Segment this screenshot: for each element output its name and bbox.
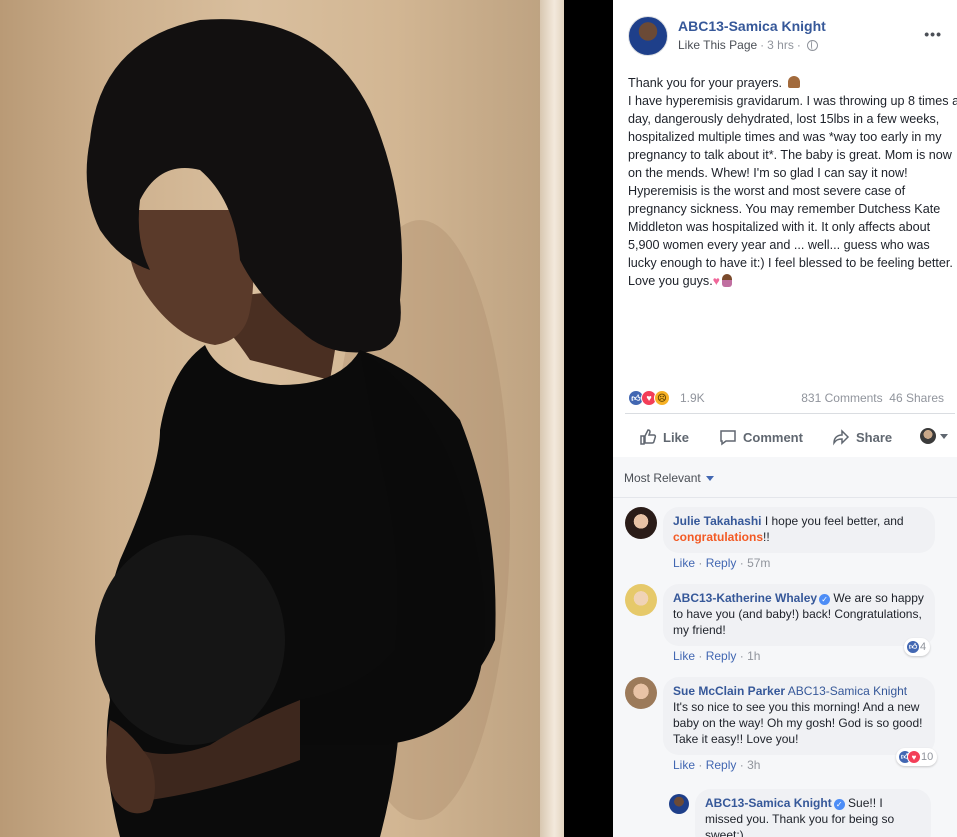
comment-time[interactable]: 57m [747, 556, 770, 570]
sort-label: Most Relevant [624, 471, 701, 485]
comment-bubble: Julie Takahashi I hope you feel better, … [663, 507, 935, 553]
chevron-down-icon [705, 475, 714, 481]
meta-dot: · [739, 556, 744, 570]
post-header: ABC13-Samica Knight Like This Page · 3 h… [628, 14, 957, 56]
page-name-link[interactable]: ABC13-Samica Knight [678, 18, 826, 34]
highlighted-word: congratulations [673, 530, 764, 544]
comment-reply-link[interactable]: Reply [706, 758, 737, 772]
meta-dot: · [698, 758, 703, 772]
pregnant-woman-photo [86, 19, 510, 837]
comment: ABC13-Katherine Whaley ✓ We are so happy … [625, 584, 955, 670]
like-reaction-icon: 👍︎ [906, 640, 920, 654]
comment-reply: ABC13-Samica Knight ✓ Sue!! I missed you.… [669, 789, 957, 837]
globe-icon [806, 39, 818, 51]
comment-reaction-count: 10 [921, 751, 934, 763]
comment-meta: Like · Reply · 3h [673, 758, 760, 772]
share-label: Share [856, 429, 893, 445]
comment-text: It's so nice to see you this morning! An… [673, 700, 923, 746]
pregnant-woman-emoji-icon [721, 274, 732, 287]
comment-reactions[interactable]: 👍︎ 4 [904, 638, 931, 656]
meta-separator: · [796, 38, 801, 52]
comment-icon [720, 430, 736, 446]
sad-reaction-icon: ☹ [654, 390, 670, 406]
post-meta: Like This Page · 3 hrs · [678, 38, 818, 52]
commenter-avatar[interactable] [625, 507, 657, 539]
divider [625, 413, 955, 414]
share-arrow-icon [833, 429, 850, 446]
comment-bubble: ABC13-Samica Knight ✓ Sue!! I missed you.… [695, 789, 931, 837]
page-avatar[interactable] [628, 16, 668, 56]
comment: Julie Takahashi I hope you feel better, … [625, 507, 955, 577]
meta-dot: · [698, 556, 703, 570]
post-line: I have hyperemisis gravidarum. I was thr… [628, 94, 957, 180]
user-avatar [920, 428, 936, 444]
reaction-icons[interactable]: 👍︎ ♥ ☹ [628, 390, 670, 406]
comment-author[interactable]: Julie Takahashi [673, 514, 761, 528]
mentioned-user-link[interactable]: ABC13-Samica Knight [785, 684, 907, 698]
verified-badge-icon: ✓ [833, 799, 845, 810]
comment-label: Comment [743, 429, 803, 445]
post-panel: ABC13-Samica Knight Like This Page · 3 h… [613, 0, 957, 837]
like-page-link[interactable]: Like This Page [678, 38, 757, 52]
comment-text: !! [763, 530, 770, 544]
meta-dot: · [739, 758, 744, 772]
comment-like-link[interactable]: Like [673, 649, 695, 663]
comments-count[interactable]: 831 Comments [801, 391, 882, 405]
shares-count[interactable]: 46 Shares [889, 391, 944, 405]
comment-share-counts: 831 Comments 46 Shares [801, 391, 944, 405]
comment-meta: Like · Reply · 1h [673, 649, 760, 663]
comment-reply-link[interactable]: Reply [706, 556, 737, 570]
post-photo[interactable] [0, 0, 564, 837]
verified-badge-icon: ✓ [819, 594, 831, 605]
divider [613, 497, 957, 498]
comment-author[interactable]: ABC13-Samica Knight [705, 796, 832, 810]
reaction-count[interactable]: 1.9K [680, 391, 705, 405]
comment-text: I hope you feel better, and [761, 514, 904, 528]
lightbox-gap [564, 0, 613, 837]
folded-hands-emoji-icon [787, 76, 800, 88]
comment-like-link[interactable]: Like [673, 758, 695, 772]
commenter-avatar[interactable] [669, 794, 689, 814]
comment-meta: Like · Reply · 57m [673, 556, 770, 570]
comment-reaction-count: 4 [920, 641, 927, 653]
comment-time[interactable]: 3h [747, 758, 760, 772]
post-time[interactable]: 3 hrs [767, 38, 794, 52]
commenter-avatar[interactable] [625, 677, 657, 709]
meta-dot: · [739, 649, 744, 663]
like-label: Like [663, 429, 690, 445]
meta-dot: · [698, 649, 703, 663]
comment-reply-link[interactable]: Reply [706, 649, 737, 663]
commenter-avatar[interactable] [625, 584, 657, 616]
comment-author[interactable]: Sue McClain Parker [673, 684, 785, 698]
comment-bubble: Sue McClain Parker ABC13-Samica Knight I… [663, 677, 935, 755]
comment-reactions[interactable]: 👍︎ ♥ 10 [896, 748, 938, 766]
pink-heart-emoji-icon: ♥ [712, 274, 720, 288]
sort-comments-dropdown[interactable]: Most Relevant [624, 471, 714, 485]
post-as-selector[interactable] [920, 428, 948, 444]
share-button[interactable]: Share [832, 428, 892, 446]
post-text: Thank you for your prayers. I have hyper… [628, 74, 957, 290]
reactions-bar: 👍︎ ♥ ☹ 1.9K 831 Comments 46 Shares [628, 389, 957, 407]
comment-time[interactable]: 1h [747, 649, 760, 663]
comments-section: Most Relevant Julie Takahashi I hope you… [613, 457, 957, 837]
comment: Sue McClain Parker ABC13-Samica Knight I… [625, 677, 955, 777]
post-actions: Like Comment Share [625, 419, 957, 455]
comment-button[interactable]: Comment [719, 428, 803, 446]
comment-author[interactable]: ABC13-Katherine Whaley [673, 591, 817, 605]
comment-like-link[interactable]: Like [673, 556, 695, 570]
post-line: Hyperemisis is the worst and most severe… [628, 184, 953, 288]
post-line: Thank you for your prayers. [628, 76, 782, 90]
chevron-down-icon [940, 433, 948, 439]
thumbs-up-icon [640, 429, 657, 445]
more-options-icon[interactable]: ••• [924, 26, 942, 42]
comment-bubble: ABC13-Katherine Whaley ✓ We are so happy … [663, 584, 935, 646]
meta-separator: · [760, 38, 765, 52]
like-button[interactable]: Like [639, 428, 689, 446]
love-reaction-icon: ♥ [907, 750, 921, 764]
